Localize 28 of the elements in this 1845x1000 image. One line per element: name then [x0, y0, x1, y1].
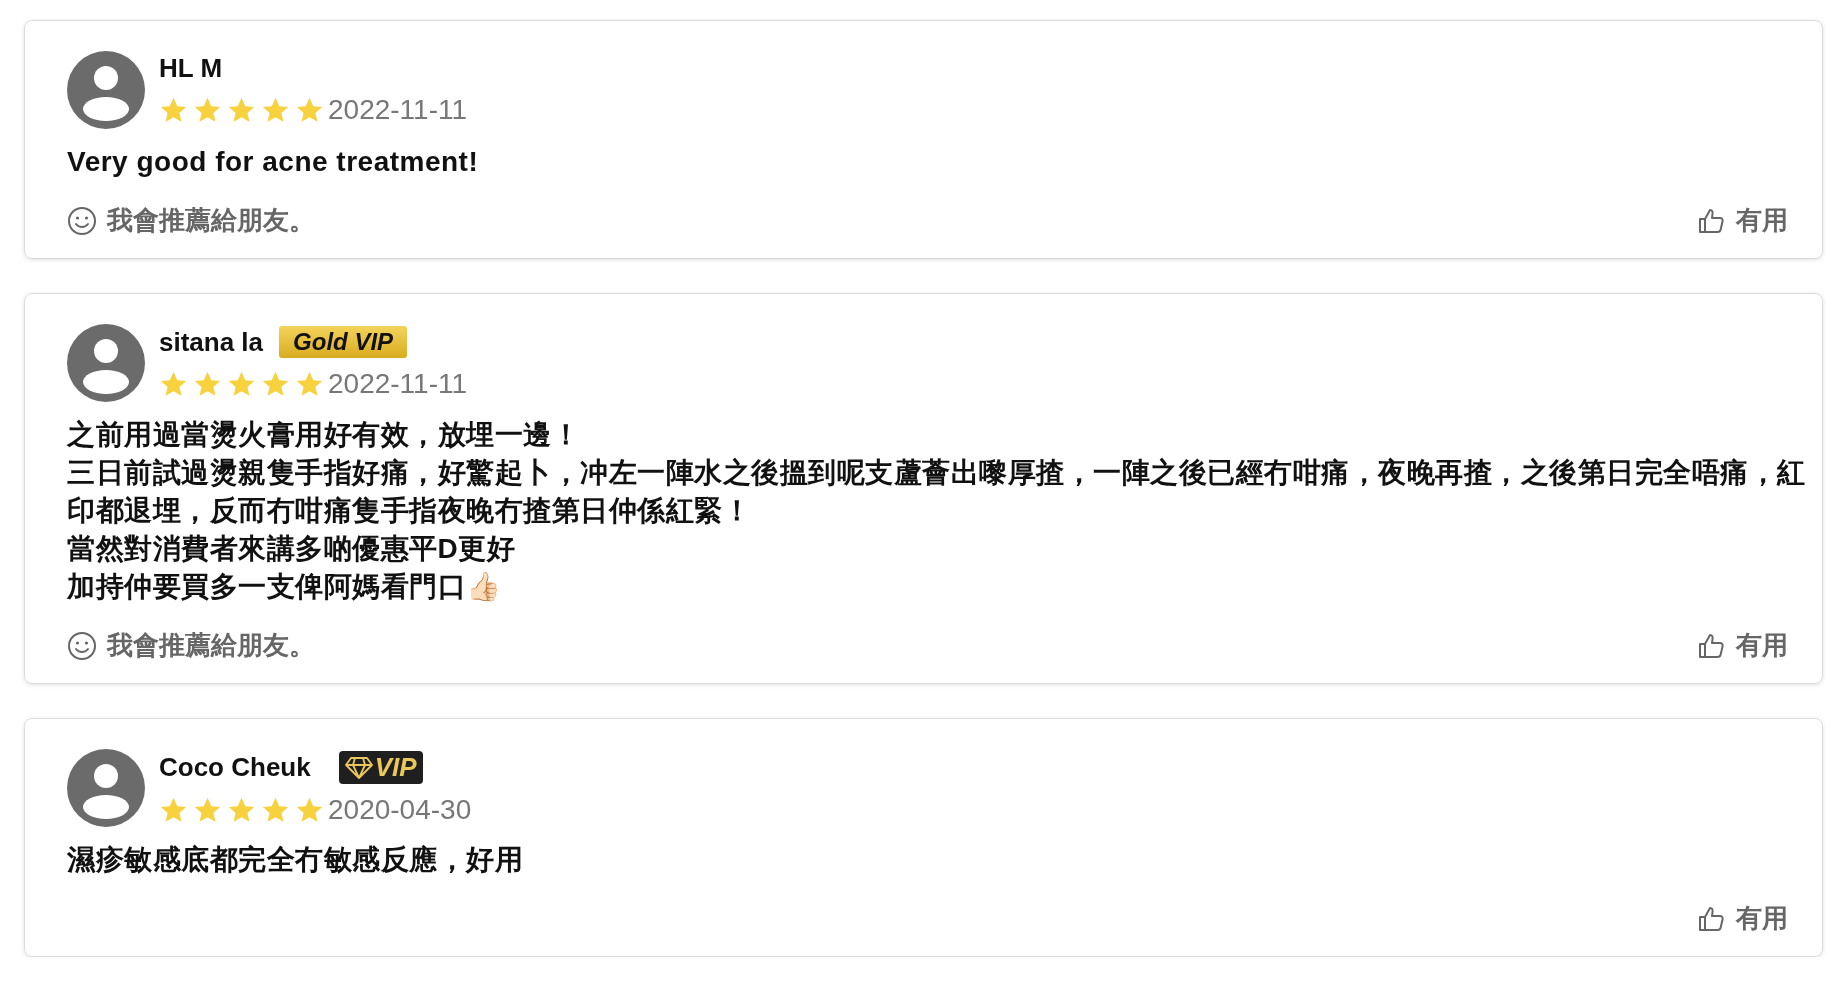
recommend-text: 我會推薦給朋友。: [107, 204, 315, 237]
vip-badge: Gold VIP: [279, 326, 408, 358]
review-text: 加持仲要買多一支俾阿媽看門口👍🏻: [67, 570, 503, 604]
thumbs-up-icon: [1698, 206, 1726, 235]
review-date: 2020-04-30: [328, 794, 472, 826]
review-date: 2022-11-11: [328, 368, 468, 400]
review-text: 當然對消費者來講多啲優惠平D更好: [67, 532, 517, 566]
review-text: Very good for acne treatment!: [67, 145, 480, 179]
review-text: 三日前試過燙親隻手指好痛，好驚起卜，冲左一陣水之後搵到呢支蘆薈出嚟厚揸，一陣之後已經冇咁痛，夜晚再揸，之後第日完全唔痛，紅印都退埋，反而冇咁痛隻手指夜晚冇揸第日仲係紅緊！: [67, 456, 1807, 528]
helpful-button[interactable]: 有用: [1698, 628, 1788, 663]
review-text: 濕疹敏感底都完全冇敏感反應，好用: [67, 843, 524, 877]
review-text: 之前用過當燙火膏用好有效，放埋一邊！: [67, 418, 581, 452]
diamond-icon: [344, 755, 373, 780]
thumbs-up-icon: [1698, 904, 1726, 933]
recommend-text: 我會推薦給朋友。: [107, 629, 315, 662]
thumbs-up-icon: [1698, 631, 1726, 660]
avatar-icon: [67, 51, 145, 129]
smiley-icon: [67, 630, 97, 661]
vip-badge: VIP: [338, 751, 423, 784]
reviewer-name: sitana la: [159, 326, 264, 358]
smiley-icon: [67, 205, 97, 236]
avatar-icon: [67, 324, 145, 402]
avatar-icon: [67, 749, 145, 827]
helpful-button[interactable]: 有用: [1698, 203, 1788, 238]
reviewer-name: Coco Cheuk: [159, 752, 311, 783]
review-date: 2022-11-11: [328, 94, 468, 126]
helpful-button[interactable]: 有用: [1698, 901, 1788, 936]
reviewer-name: HL M: [159, 53, 223, 84]
